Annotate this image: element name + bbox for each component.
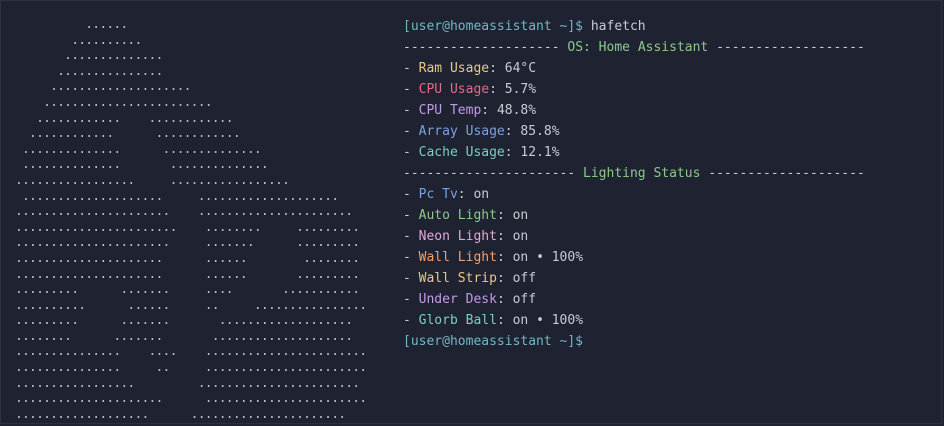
- item-value: on • 100%: [512, 250, 584, 265]
- item-separator: :: [496, 250, 513, 265]
- stat-row: - CPU Temp: 48.8%: [403, 100, 933, 121]
- lighting-status-list: - Pc Tv: on - Auto Light: on - Neon Light:…: [403, 184, 933, 331]
- list-bullet: -: [403, 313, 419, 328]
- section-title-lighting: Lighting Status: [583, 166, 701, 181]
- item-value: on • 100%: [512, 313, 584, 328]
- item-separator: :: [481, 103, 497, 118]
- light-row: - Neon Light: on: [403, 226, 933, 247]
- item-value: 64°C: [504, 61, 537, 76]
- list-bullet: -: [403, 82, 419, 97]
- command-text: hafetch: [590, 19, 646, 34]
- terminal-window[interactable]: ...... .......... .............. .......…: [0, 0, 942, 424]
- separator-dashes: -------------------: [716, 40, 865, 55]
- shell-prompt: [user@homeassistant ~]$: [403, 334, 584, 349]
- stat-row: - Array Usage: 85.8%: [403, 121, 933, 142]
- separator-dashes: --------------------: [403, 40, 560, 55]
- list-bullet: -: [403, 103, 419, 118]
- item-value: off: [512, 271, 537, 286]
- list-bullet: -: [403, 61, 419, 76]
- system-stats-list: - Ram Usage: 64°C - CPU Usage: 5.7% - CPU …: [403, 58, 933, 163]
- list-bullet: -: [403, 124, 419, 139]
- stat-row: - Ram Usage: 64°C: [403, 58, 933, 79]
- item-value: on: [512, 208, 529, 223]
- ascii-logo: ...... .......... .............. .......…: [15, 17, 367, 422]
- item-separator: :: [489, 82, 505, 97]
- list-bullet: -: [403, 145, 419, 160]
- item-label: Array Usage: [418, 124, 505, 139]
- separator-dashes: ----------------------: [403, 166, 576, 181]
- item-separator: :: [496, 271, 513, 286]
- shell-prompt: [user@homeassistant ~]$: [403, 19, 584, 34]
- section-header-os: -------------------- OS: Home Assistant …: [403, 37, 933, 58]
- list-bullet: -: [403, 187, 419, 202]
- item-label: Cache Usage: [418, 145, 505, 160]
- light-row: - Under Desk: off: [403, 289, 933, 310]
- list-bullet: -: [403, 271, 419, 286]
- light-row: - Pc Tv: on: [403, 184, 933, 205]
- item-label: Ram Usage: [418, 61, 490, 76]
- item-value: 85.8%: [520, 124, 560, 139]
- list-bullet: -: [403, 208, 419, 223]
- list-bullet: -: [403, 292, 419, 307]
- command-line: [user@homeassistant ~]$ hafetch: [403, 16, 933, 37]
- list-bullet: -: [403, 250, 419, 265]
- item-separator: :: [496, 208, 513, 223]
- item-label: CPU Usage: [418, 82, 490, 97]
- item-value: 48.8%: [496, 103, 537, 118]
- list-bullet: -: [403, 229, 419, 244]
- item-separator: :: [504, 145, 521, 160]
- item-label: Auto Light: [418, 208, 497, 223]
- light-row: - Auto Light: on: [403, 205, 933, 226]
- item-separator: :: [489, 61, 505, 76]
- item-separator: :: [496, 313, 513, 328]
- stat-row: - Cache Usage: 12.1%: [403, 142, 933, 163]
- stat-row: - CPU Usage: 5.7%: [403, 79, 933, 100]
- section-header-lighting: ---------------------- Lighting Status -…: [403, 163, 933, 184]
- item-value: off: [512, 292, 537, 307]
- item-label: Pc Tv: [418, 187, 458, 202]
- fetch-output: [user@homeassistant ~]$ hafetch --------…: [403, 16, 933, 352]
- light-row: - Glorb Ball: on • 100%: [403, 310, 933, 331]
- light-row: - Wall Strip: off: [403, 268, 933, 289]
- item-label: Wall Strip: [418, 271, 497, 286]
- item-separator: :: [504, 124, 521, 139]
- item-value: on: [512, 229, 529, 244]
- light-row: - Wall Light: on • 100%: [403, 247, 933, 268]
- item-value: on: [473, 187, 490, 202]
- item-separator: :: [496, 229, 513, 244]
- item-label: CPU Temp: [418, 103, 482, 118]
- item-label: Under Desk: [418, 292, 497, 307]
- item-label: Wall Light: [418, 250, 497, 265]
- item-separator: :: [496, 292, 513, 307]
- item-value: 5.7%: [504, 82, 537, 97]
- section-title-os: OS: Home Assistant: [567, 40, 709, 55]
- item-label: Glorb Ball: [418, 313, 497, 328]
- item-separator: :: [457, 187, 474, 202]
- item-value: 12.1%: [520, 145, 560, 160]
- item-label: Neon Light: [418, 229, 497, 244]
- separator-dashes: --------------------: [708, 166, 865, 181]
- command-line[interactable]: [user@homeassistant ~]$: [403, 331, 933, 352]
